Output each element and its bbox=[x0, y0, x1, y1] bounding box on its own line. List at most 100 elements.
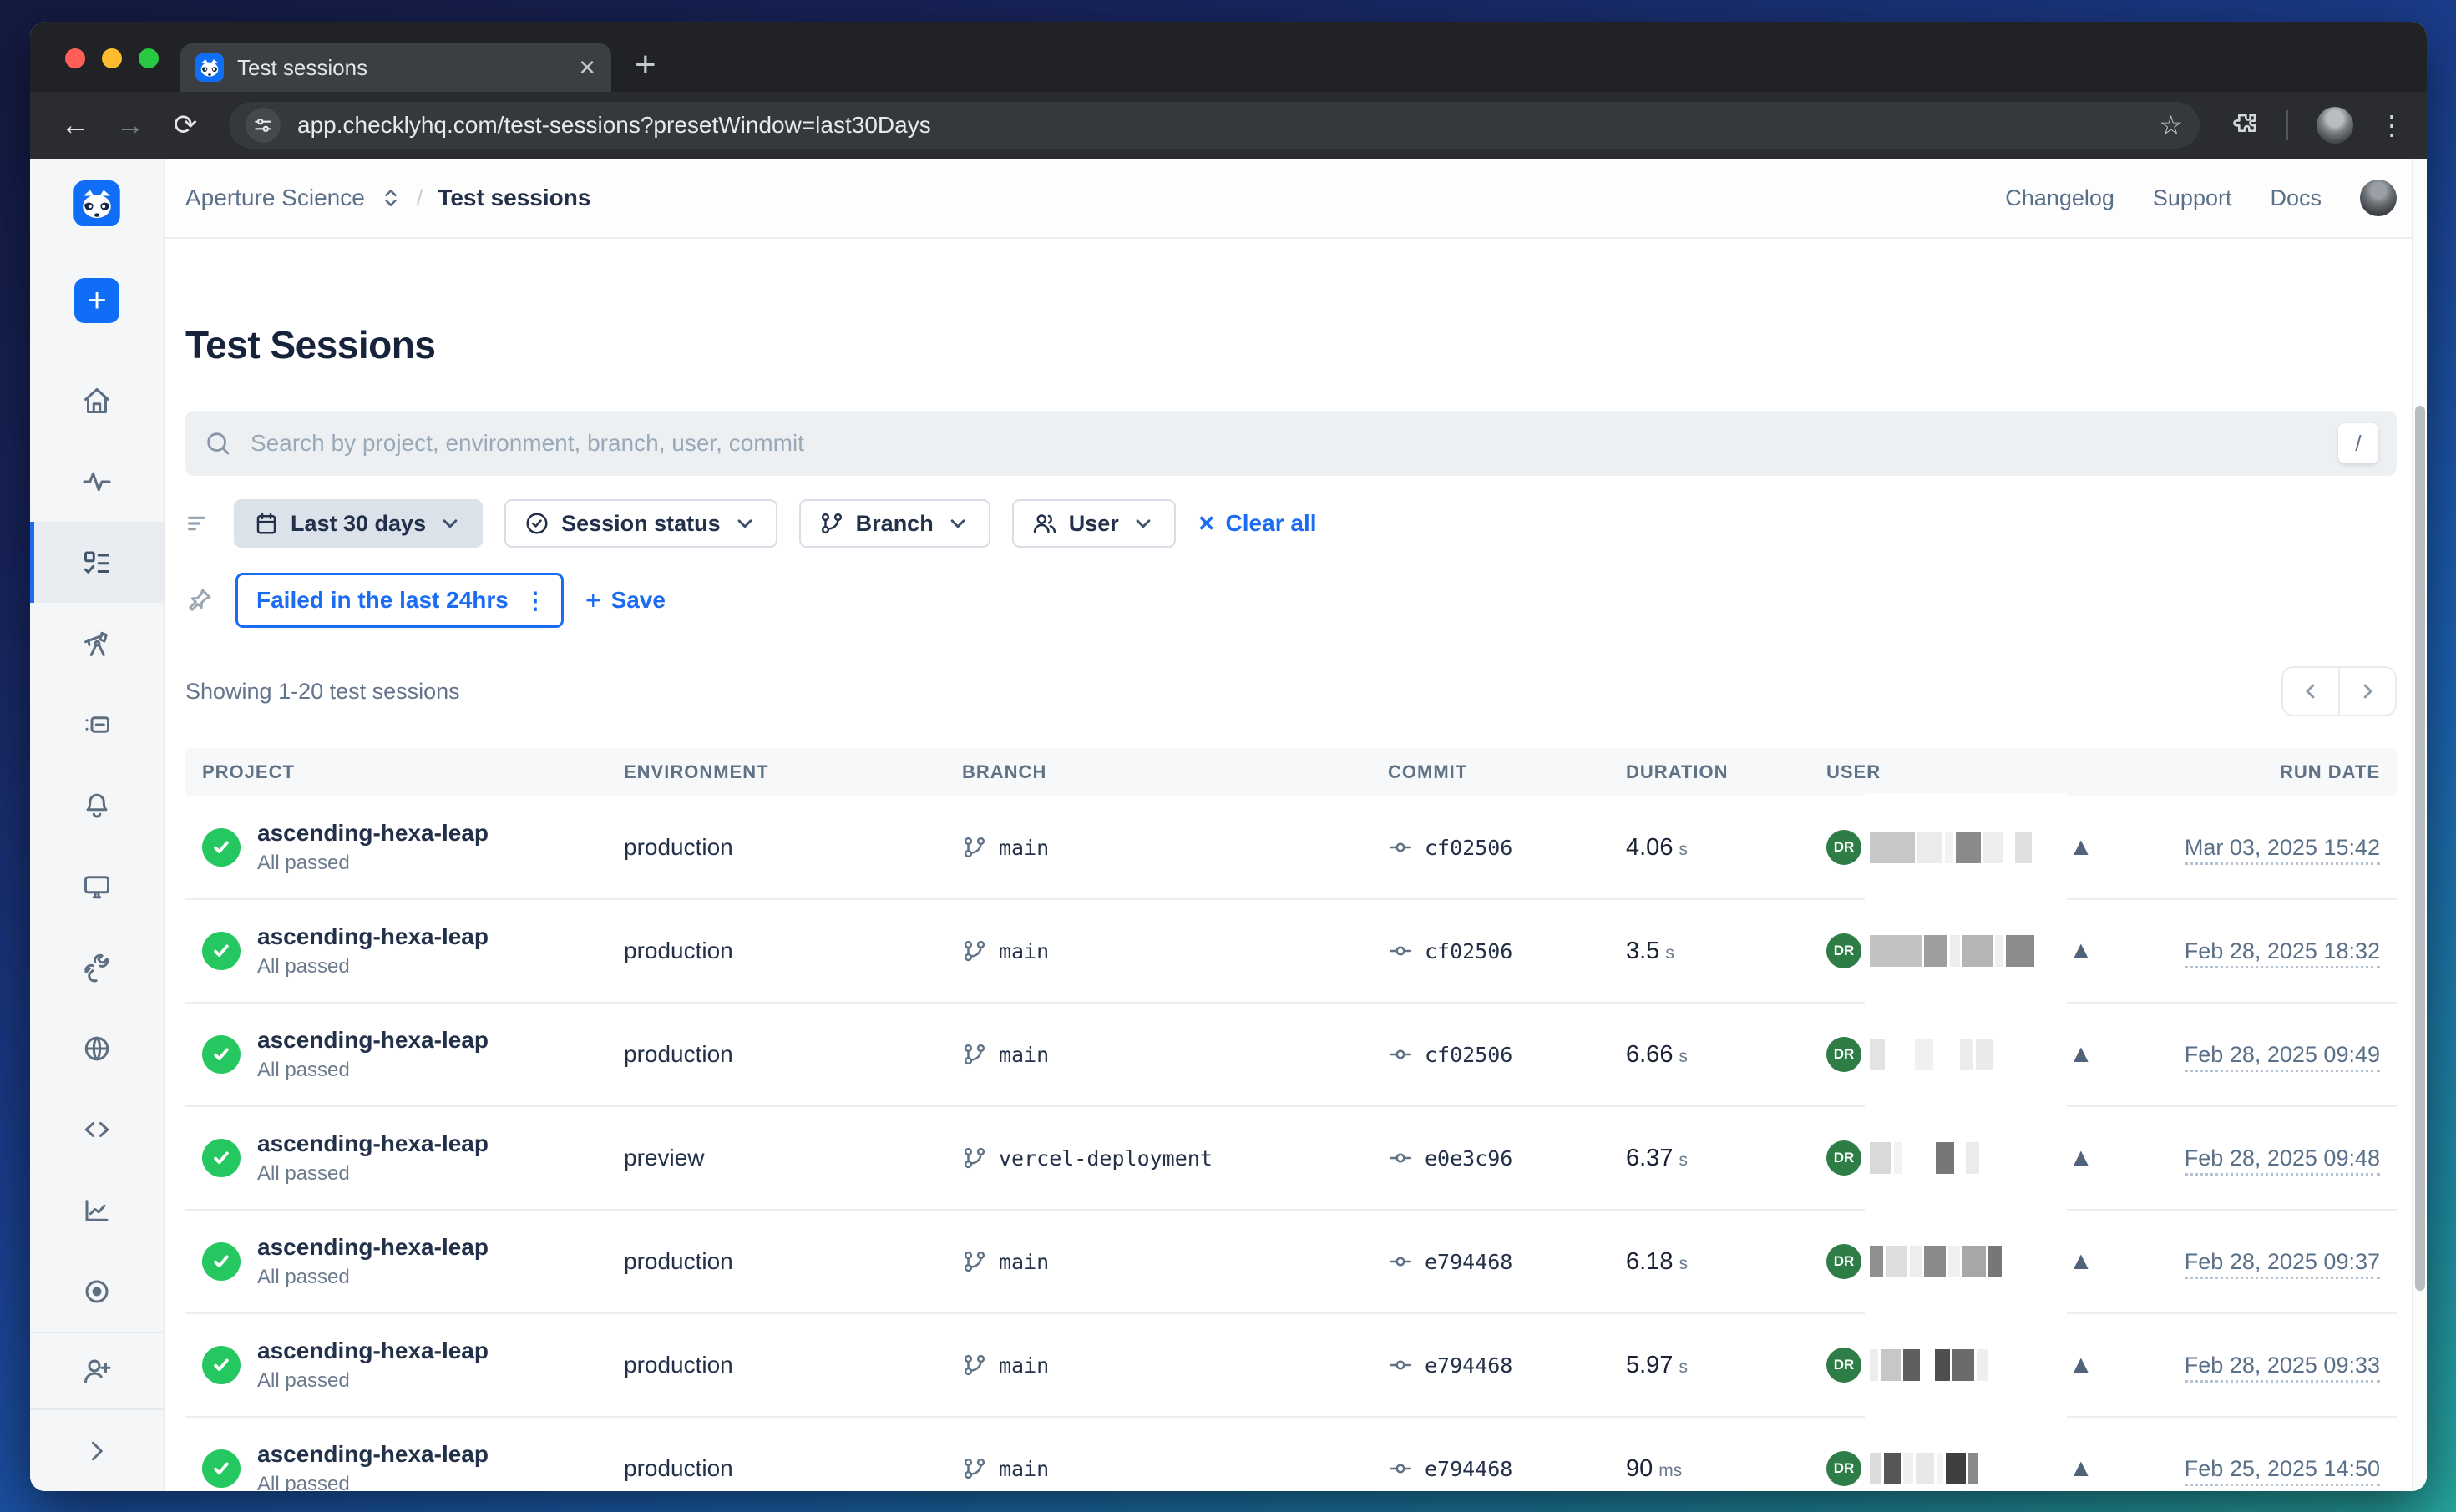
user-filter-button[interactable]: User bbox=[1012, 499, 1176, 548]
search-shortcut-key: / bbox=[2338, 423, 2378, 463]
sidebar-item-dashboards[interactable] bbox=[30, 846, 164, 927]
status-passed-icon bbox=[202, 1449, 241, 1488]
commit-cell: e794468 bbox=[1388, 1249, 1626, 1274]
branch-cell: main bbox=[962, 1249, 1388, 1274]
saved-filter-menu-icon[interactable]: ⋮ bbox=[524, 587, 548, 614]
support-link[interactable]: Support bbox=[2153, 185, 2232, 211]
next-page-button[interactable] bbox=[2338, 668, 2395, 715]
commit-hash: e794468 bbox=[1425, 1353, 1512, 1378]
docs-link[interactable]: Docs bbox=[2270, 185, 2322, 211]
run-date-link[interactable]: Feb 28, 2025 18:32 bbox=[2185, 938, 2380, 968]
pin-icon[interactable] bbox=[185, 586, 214, 614]
project-name[interactable]: ascending-hexa-leap bbox=[257, 1027, 489, 1054]
project-name[interactable]: ascending-hexa-leap bbox=[257, 1338, 489, 1364]
environment-cell: production bbox=[624, 1352, 962, 1378]
address-bar[interactable]: app.checklyhq.com/test-sessions?presetWi… bbox=[229, 102, 2200, 149]
forward-button[interactable]: → bbox=[107, 109, 154, 142]
checkly-logo[interactable] bbox=[73, 180, 120, 226]
branch-name: main bbox=[999, 1353, 1049, 1378]
browser-tab[interactable]: Test sessions ✕ bbox=[180, 43, 611, 92]
table-row[interactable]: ascending-hexa-leap All passed productio… bbox=[185, 796, 2397, 898]
create-new-button[interactable]: + bbox=[74, 278, 119, 323]
table-row[interactable]: ascending-hexa-leap All passed productio… bbox=[185, 1416, 2397, 1491]
vercel-triangle-icon: ▲ bbox=[2069, 1351, 2094, 1379]
sidebar-item-maintenance[interactable] bbox=[30, 927, 164, 1008]
session-status-filter-button[interactable]: Session status bbox=[504, 499, 777, 548]
duration-value: 4.06 bbox=[1626, 834, 1673, 861]
user-profile-avatar[interactable] bbox=[2360, 180, 2397, 216]
saved-filter-chip[interactable]: Failed in the last 24hrs ⋮ bbox=[235, 573, 564, 628]
environment-cell: preview bbox=[624, 1145, 962, 1171]
sidebar-item-test-sessions[interactable] bbox=[30, 522, 164, 603]
table-row[interactable]: ascending-hexa-leap All passed productio… bbox=[185, 898, 2397, 1002]
run-date-link[interactable]: Feb 25, 2025 14:50 bbox=[2185, 1456, 2380, 1486]
save-filter-link[interactable]: + Save bbox=[585, 585, 666, 616]
commit-icon bbox=[1388, 1249, 1413, 1274]
back-button[interactable]: ← bbox=[52, 109, 99, 142]
save-label: Save bbox=[611, 587, 666, 614]
sidebar-item-snippets[interactable] bbox=[30, 1089, 164, 1170]
project-name[interactable]: ascending-hexa-leap bbox=[257, 923, 489, 950]
date-range-filter-button[interactable]: Last 30 days bbox=[234, 499, 483, 548]
url-text[interactable]: app.checklyhq.com/test-sessions?presetWi… bbox=[297, 112, 2142, 139]
breadcrumb-separator: / bbox=[417, 185, 423, 211]
minimize-window-button[interactable] bbox=[102, 48, 122, 68]
scrollbar-thumb[interactable] bbox=[2415, 406, 2425, 1291]
table-row[interactable]: ascending-hexa-leap All passed productio… bbox=[185, 1312, 2397, 1416]
col-duration: DURATION bbox=[1626, 761, 1826, 783]
branch-filter-button[interactable]: Branch bbox=[799, 499, 990, 548]
new-tab-button[interactable]: + bbox=[635, 47, 656, 83]
changelog-link[interactable]: Changelog bbox=[2005, 185, 2114, 211]
clear-all-filters-link[interactable]: ✕ Clear all bbox=[1198, 510, 1317, 537]
search-input[interactable] bbox=[249, 429, 2322, 458]
sidebar-item-runtimes[interactable] bbox=[30, 684, 164, 765]
commit-icon bbox=[1388, 1145, 1413, 1171]
chevron-right-icon bbox=[82, 1436, 112, 1466]
site-settings-icon[interactable] bbox=[246, 108, 281, 143]
table-row[interactable]: ascending-hexa-leap All passed preview v… bbox=[185, 1105, 2397, 1209]
tab-close-icon[interactable]: ✕ bbox=[578, 57, 596, 78]
run-date-cell: Feb 28, 2025 09:33 bbox=[2114, 1353, 2380, 1378]
run-date-link[interactable]: Feb 28, 2025 09:49 bbox=[2185, 1042, 2380, 1072]
sidebar-item-invite-user[interactable] bbox=[30, 1333, 164, 1408]
calendar-icon bbox=[254, 511, 279, 536]
sidebar-item-home[interactable] bbox=[30, 360, 164, 441]
sidebar-item-traces[interactable] bbox=[30, 1251, 164, 1332]
project-name[interactable]: ascending-hexa-leap bbox=[257, 820, 489, 847]
duration-cell: 4.06s bbox=[1626, 834, 1826, 862]
search-bar[interactable]: / bbox=[185, 411, 2397, 476]
run-date-link[interactable]: Feb 28, 2025 09:33 bbox=[2185, 1353, 2380, 1383]
sidebar-item-alerts[interactable] bbox=[30, 765, 164, 846]
browser-menu-icon[interactable]: ⋮ bbox=[2378, 109, 2405, 141]
git-branch-icon bbox=[962, 1353, 987, 1378]
redacted-user-name bbox=[1870, 1453, 2064, 1484]
browser-profile-avatar[interactable] bbox=[2317, 107, 2353, 144]
run-date-link[interactable]: Feb 28, 2025 09:48 bbox=[2185, 1145, 2380, 1176]
maximize-window-button[interactable] bbox=[139, 48, 159, 68]
filter-lines-icon[interactable] bbox=[185, 510, 212, 537]
sidebar-item-monitoring[interactable] bbox=[30, 441, 164, 522]
sidebar-collapse-toggle[interactable] bbox=[30, 1410, 164, 1491]
project-name[interactable]: ascending-hexa-leap bbox=[257, 1441, 489, 1468]
table-row[interactable]: ascending-hexa-leap All passed productio… bbox=[185, 1002, 2397, 1105]
branch-cell: vercel-deployment bbox=[962, 1145, 1388, 1171]
sidebar-item-analytics[interactable] bbox=[30, 1170, 164, 1251]
git-branch-icon bbox=[962, 1456, 987, 1481]
run-date-link[interactable]: Feb 28, 2025 09:37 bbox=[2185, 1249, 2380, 1279]
table-row[interactable]: ascending-hexa-leap All passed productio… bbox=[185, 1209, 2397, 1312]
run-date-link[interactable]: Mar 03, 2025 15:42 bbox=[2185, 835, 2380, 865]
extensions-icon[interactable] bbox=[2231, 112, 2258, 139]
account-switcher[interactable]: Aperture Science bbox=[185, 185, 365, 211]
bookmark-star-icon[interactable]: ☆ bbox=[2159, 109, 2183, 141]
project-name[interactable]: ascending-hexa-leap bbox=[257, 1130, 489, 1157]
prev-page-button[interactable] bbox=[2283, 668, 2338, 715]
account-switcher-updown-icon[interactable] bbox=[380, 187, 402, 209]
reload-button[interactable]: ⟳ bbox=[162, 109, 209, 142]
sidebar-item-private-locations[interactable] bbox=[30, 1008, 164, 1089]
status-passed-icon bbox=[202, 1035, 241, 1074]
project-name[interactable]: ascending-hexa-leap bbox=[257, 1234, 489, 1261]
sidebar-item-explore[interactable] bbox=[30, 603, 164, 684]
close-window-button[interactable] bbox=[65, 48, 85, 68]
scrollbar-track[interactable] bbox=[2412, 159, 2427, 1491]
commit-hash: e0e3c96 bbox=[1425, 1146, 1512, 1171]
